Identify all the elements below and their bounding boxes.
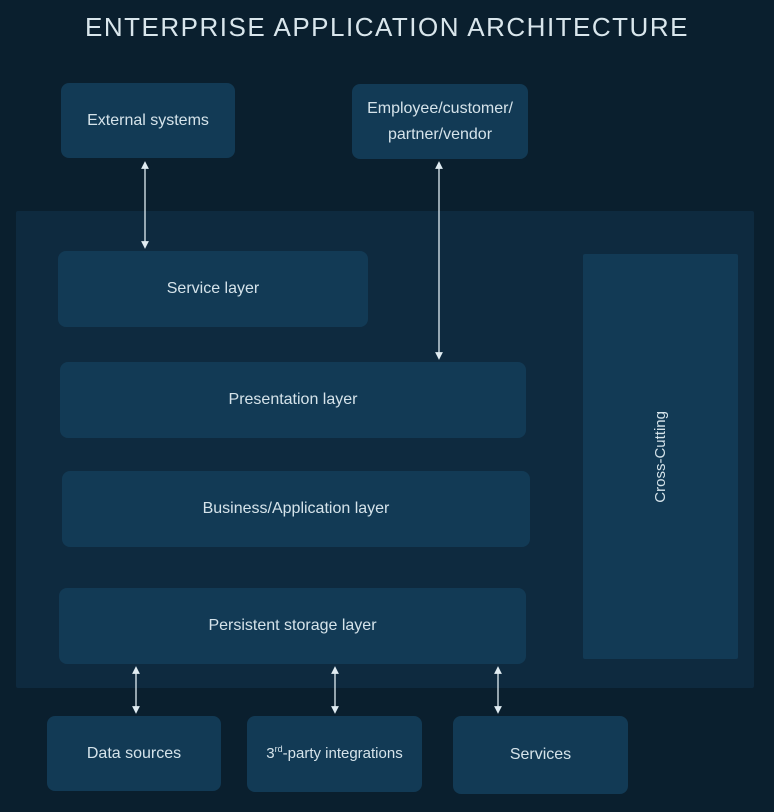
box-business-layer: Business/Application layer [62, 471, 530, 547]
box-third-party: 3rd-party integrations [247, 716, 422, 792]
box-persistent-layer: Persistent storage layer [59, 588, 526, 664]
box-services: Services [453, 716, 628, 794]
box-external-systems: External systems [61, 83, 235, 158]
label-data-sources: Data sources [87, 741, 181, 767]
box-cross-cutting: Cross-Cutting [583, 254, 738, 659]
label-stakeholders: Employee/customer/ partner/vendor [367, 96, 513, 147]
label-services: Services [510, 742, 571, 768]
box-data-sources: Data sources [47, 716, 221, 791]
box-service-layer: Service layer [58, 251, 368, 327]
box-stakeholders: Employee/customer/ partner/vendor [352, 84, 528, 159]
label-persistent-layer: Persistent storage layer [208, 613, 376, 639]
label-third-party: 3rd-party integrations [266, 742, 402, 766]
label-external-systems: External systems [87, 108, 209, 134]
label-cross-cutting: Cross-Cutting [649, 411, 673, 503]
diagram-title: ENTERPRISE APPLICATION ARCHITECTURE [0, 12, 774, 43]
label-service-layer: Service layer [167, 276, 259, 302]
label-presentation-layer: Presentation layer [229, 387, 358, 413]
box-presentation-layer: Presentation layer [60, 362, 526, 438]
label-business-layer: Business/Application layer [203, 496, 390, 522]
